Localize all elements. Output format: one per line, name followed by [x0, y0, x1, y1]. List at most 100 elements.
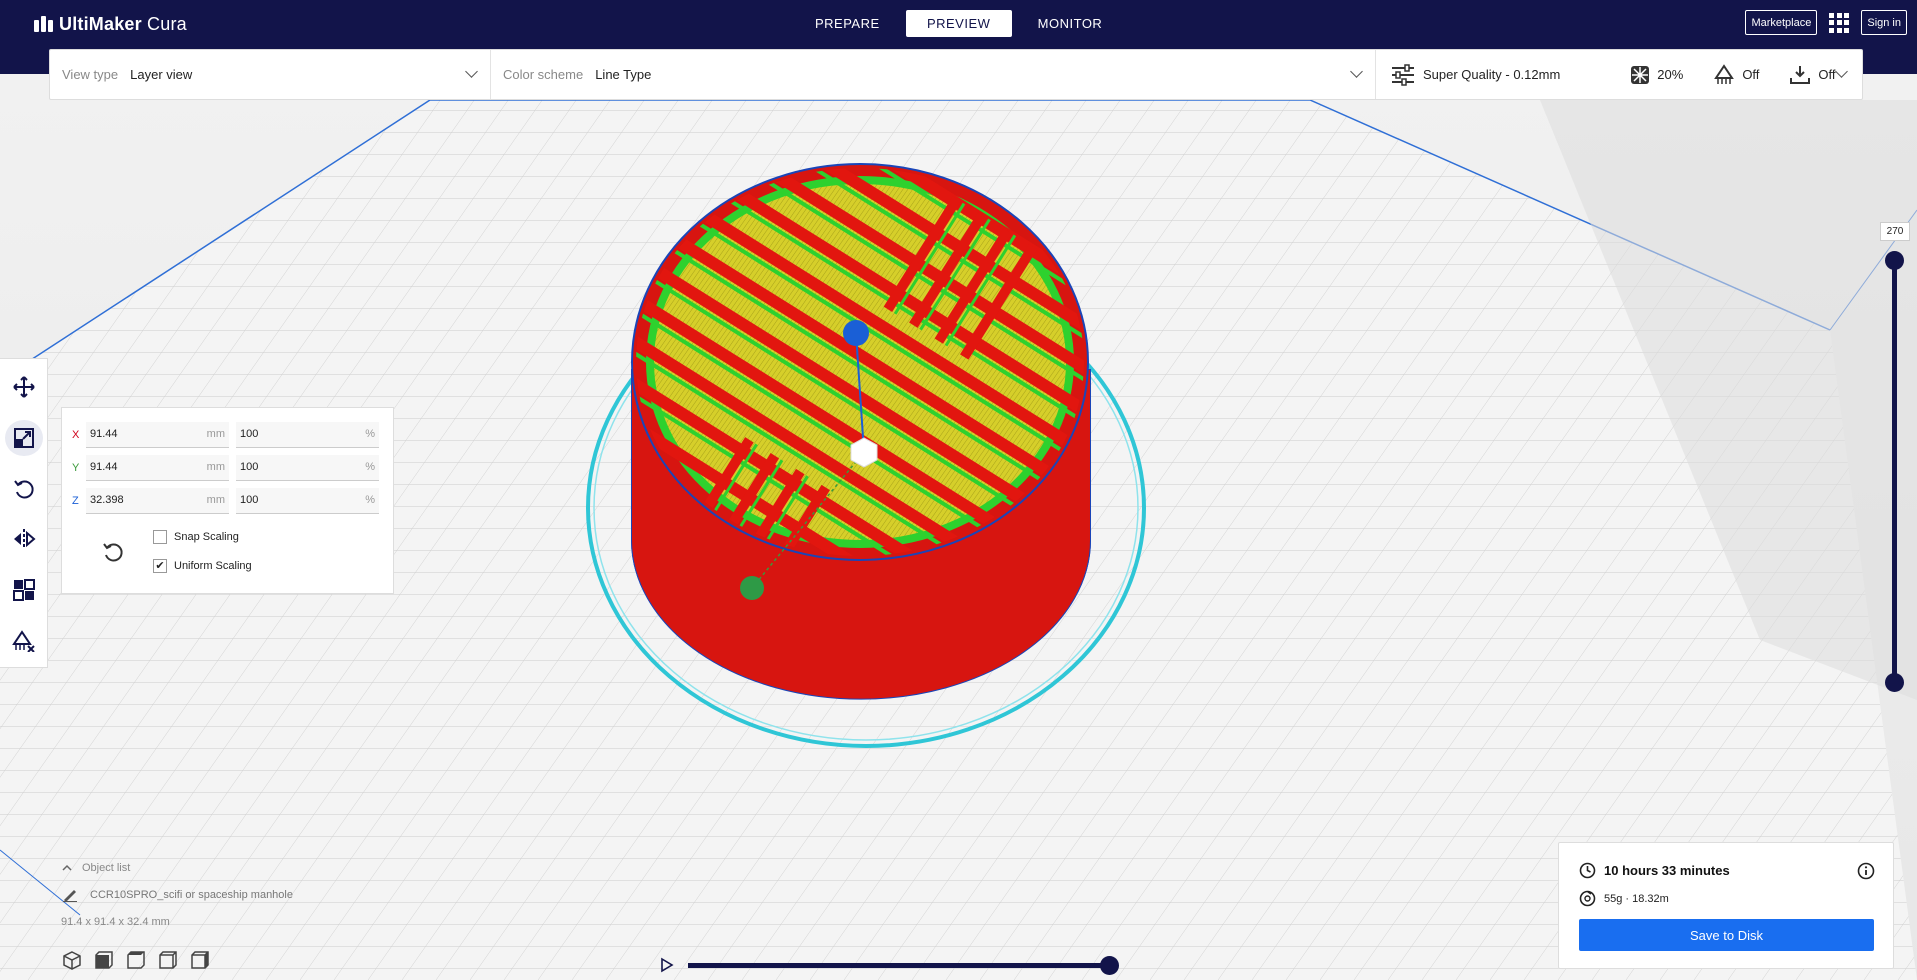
scale-tool[interactable]	[4, 419, 43, 457]
scale-x-mm-value: 91.44	[90, 428, 118, 440]
unit-mm: mm	[206, 428, 225, 440]
app-header: UltiMaker Cura PREPARE PREVIEW MONITOR M…	[0, 0, 1917, 48]
reset-scale-button[interactable]	[102, 541, 124, 566]
scale-row-y: Y 91.44 mm 100 %	[72, 454, 379, 481]
layer-slider[interactable]: 270	[1880, 222, 1910, 697]
print-time: 10 hours 33 minutes	[1604, 863, 1730, 878]
material-usage-row: 55g · 18.32m	[1579, 890, 1669, 907]
view-type-dropdown[interactable]: View type Layer view	[50, 50, 491, 99]
camera-front-view-icon[interactable]	[94, 950, 114, 970]
scale-icon	[13, 428, 34, 448]
scale-row-x: X 91.44 mm 100 %	[72, 421, 379, 448]
camera-top-view-icon[interactable]	[126, 950, 146, 970]
print-settings-button[interactable]: Super Quality - 0.12mm 20% Off Off	[1376, 50, 1862, 99]
scale-x-mm-input[interactable]: 91.44 mm	[86, 421, 229, 448]
unit-percent: %	[365, 461, 375, 473]
camera-right-view-icon[interactable]	[190, 950, 210, 970]
object-file-row[interactable]: CCR10SPRO_scifi or spaceship manhole	[62, 888, 392, 902]
scale-handle-center[interactable]	[850, 437, 878, 468]
quality-value: Super Quality - 0.12mm	[1423, 67, 1561, 82]
snap-scaling-label: Snap Scaling	[174, 531, 239, 543]
support-setting: Off	[1713, 63, 1760, 86]
chevron-down-icon	[1835, 65, 1848, 78]
rotate-tool[interactable]	[5, 470, 43, 507]
tab-prepare[interactable]: PREPARE	[795, 10, 900, 37]
adhesion-value: Off	[1818, 67, 1836, 82]
object-list-panel: Object list CCR10SPRO_scifi or spaceship…	[61, 862, 392, 928]
per-model-settings-tool[interactable]	[5, 572, 43, 609]
scale-z-percent-input[interactable]: 100 %	[236, 487, 379, 514]
camera-3d-view-icon[interactable]	[62, 950, 82, 970]
scale-z-mm-input[interactable]: 32.398 mm	[86, 487, 229, 514]
print-info-panel: 10 hours 33 minutes 55g · 18.32m Save to…	[1558, 842, 1894, 969]
ultimaker-logo-icon	[34, 16, 53, 32]
unit-percent: %	[365, 428, 375, 440]
scale-panel: X 91.44 mm 100 % Y 91.44 mm 100 % Z 32.3…	[61, 407, 394, 594]
save-to-disk-button[interactable]: Save to Disk	[1579, 919, 1874, 951]
object-list-header: Object list	[82, 862, 131, 874]
scale-row-z: Z 32.398 mm 100 %	[72, 487, 379, 514]
layer-slider-track[interactable]	[1892, 259, 1897, 682]
color-scheme-dropdown[interactable]: Color scheme Line Type	[491, 50, 1376, 99]
path-slider-handle[interactable]	[1100, 956, 1119, 975]
chevron-down-icon	[1350, 65, 1363, 78]
layer-slider-bottom-handle[interactable]	[1885, 673, 1904, 692]
sliders-icon	[1392, 63, 1414, 86]
info-icon	[1857, 862, 1875, 880]
support-blocker-icon	[11, 629, 35, 652]
object-file-name: CCR10SPRO_scifi or spaceship manhole	[90, 889, 293, 901]
support-icon	[1714, 63, 1735, 84]
view-type-label: View type	[62, 67, 119, 82]
unit-mm: mm	[206, 461, 225, 473]
marketplace-button[interactable]: Marketplace	[1745, 10, 1818, 35]
tab-monitor[interactable]: MONITOR	[1018, 10, 1123, 37]
chevron-up-icon	[62, 864, 72, 871]
current-layer-badge[interactable]: 270	[1880, 222, 1910, 241]
scale-handle-z[interactable]	[843, 320, 869, 346]
support-blocker-tool[interactable]	[5, 622, 43, 659]
quality-setting: Super Quality - 0.12mm	[1390, 63, 1600, 86]
path-slider-track[interactable]	[688, 963, 1106, 968]
snap-scaling-row[interactable]: Snap Scaling	[153, 530, 239, 544]
material-usage: 55g · 18.32m	[1604, 892, 1669, 905]
apps-grid-icon[interactable]	[1829, 12, 1850, 33]
main-tabs: PREPARE PREVIEW MONITOR	[795, 10, 1122, 37]
app-logo: UltiMaker Cura	[34, 11, 187, 37]
infill-setting: 20%	[1630, 65, 1683, 85]
tab-preview[interactable]: PREVIEW	[905, 10, 1012, 37]
unit-mm: mm	[206, 494, 225, 506]
scale-y-mm-input[interactable]: 91.44 mm	[86, 454, 229, 481]
view-toolbar: View type Layer view Color scheme Line T…	[49, 49, 1863, 100]
chevron-down-icon	[465, 65, 478, 78]
object-dimensions: 91.4 x 91.4 x 32.4 mm	[61, 916, 170, 928]
uniform-scaling-checkbox[interactable]: ✔	[153, 559, 167, 573]
scale-y-percent-input[interactable]: 100 %	[236, 454, 379, 481]
scale-y-mm-value: 91.44	[90, 461, 118, 473]
scale-y-percent-value: 100	[240, 461, 259, 473]
product-name: Cura	[147, 13, 187, 34]
scale-handle-y[interactable]	[740, 576, 764, 600]
print-details-button[interactable]	[1857, 862, 1875, 883]
camera-view-buttons	[62, 950, 210, 970]
mirror-tool[interactable]	[5, 521, 43, 558]
clock-icon	[1579, 862, 1596, 879]
camera-left-view-icon[interactable]	[158, 950, 178, 970]
object-list-toggle[interactable]: Object list	[62, 862, 392, 874]
pencil-icon	[63, 890, 77, 902]
scale-x-percent-value: 100	[240, 428, 259, 440]
scale-x-percent-input[interactable]: 100 %	[236, 421, 379, 448]
move-tool[interactable]	[5, 369, 43, 406]
uniform-scaling-label: Uniform Scaling	[174, 560, 252, 572]
layer-slider-top-handle[interactable]	[1885, 251, 1904, 270]
infill-value: 20%	[1657, 67, 1684, 82]
scale-z-mm-value: 32.398	[90, 494, 124, 506]
snap-scaling-checkbox[interactable]	[153, 530, 167, 544]
mirror-icon	[13, 529, 36, 550]
axis-label-x: X	[72, 428, 80, 441]
axis-label-y: Y	[72, 461, 80, 474]
play-icon[interactable]	[659, 957, 675, 973]
adhesion-icon	[1790, 65, 1811, 84]
uniform-scaling-row[interactable]: ✔ Uniform Scaling	[153, 559, 252, 573]
sign-in-button[interactable]: Sign in	[1861, 10, 1907, 35]
support-value: Off	[1742, 67, 1760, 82]
